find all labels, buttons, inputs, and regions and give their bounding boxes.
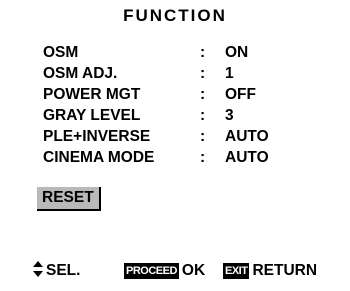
exit-hint: EXIT RETURN: [223, 260, 317, 282]
select-hint: SEL.: [33, 260, 80, 282]
menu-item-cinema-mode[interactable]: CINEMA MODE : AUTO: [40, 147, 320, 168]
menu-item-label: PLE+INVERSE: [43, 128, 151, 145]
up-down-arrow-icon: [33, 261, 43, 277]
menu-item-separator: :: [200, 128, 206, 145]
menu-item-label: GRAY LEVEL: [43, 107, 141, 124]
menu-item-label: POWER MGT: [43, 86, 141, 103]
exit-hint-label: RETURN: [252, 262, 318, 279]
exit-key-icon: EXIT: [223, 263, 250, 279]
menu-item-value: AUTO: [225, 149, 269, 166]
menu-item-separator: :: [200, 86, 206, 103]
proceed-hint-label: OK: [181, 262, 206, 279]
proceed-hint: PROCEED OK: [124, 260, 205, 282]
menu-item-value: ON: [225, 44, 249, 61]
menu-item-value: 1: [225, 65, 234, 82]
proceed-key-icon: PROCEED: [124, 263, 179, 279]
menu-item-separator: :: [200, 65, 206, 82]
menu-item-osm[interactable]: OSM : ON: [40, 42, 320, 63]
menu-item-power-mgt[interactable]: POWER MGT : OFF: [40, 84, 320, 105]
menu-item-gray-level[interactable]: GRAY LEVEL : 3: [40, 105, 320, 126]
menu-item-value: OFF: [225, 86, 256, 103]
menu-title: FUNCTION: [123, 6, 227, 25]
menu-item-value: 3: [225, 107, 234, 124]
menu-item-label: CINEMA MODE: [43, 149, 155, 166]
menu-item-label: OSM ADJ.: [43, 65, 118, 82]
menu-item-osm-adj[interactable]: OSM ADJ. : 1: [40, 63, 320, 84]
select-hint-label: SEL.: [46, 262, 81, 279]
menu-item-value: AUTO: [225, 128, 269, 145]
menu-item-label: OSM: [43, 44, 79, 61]
menu-item-ple-inverse[interactable]: PLE+INVERSE : AUTO: [40, 126, 320, 147]
reset-button[interactable]: RESET: [37, 187, 101, 211]
menu-item-separator: :: [200, 44, 206, 61]
menu-item-separator: :: [200, 149, 206, 166]
function-menu-list: OSM : ON OSM ADJ. : 1 POWER MGT : OFF GR…: [40, 42, 320, 168]
menu-item-separator: :: [200, 107, 206, 124]
function-menu-screen: FUNCTION OSM : ON OSM ADJ. : 1 POWER MGT…: [0, 0, 350, 291]
